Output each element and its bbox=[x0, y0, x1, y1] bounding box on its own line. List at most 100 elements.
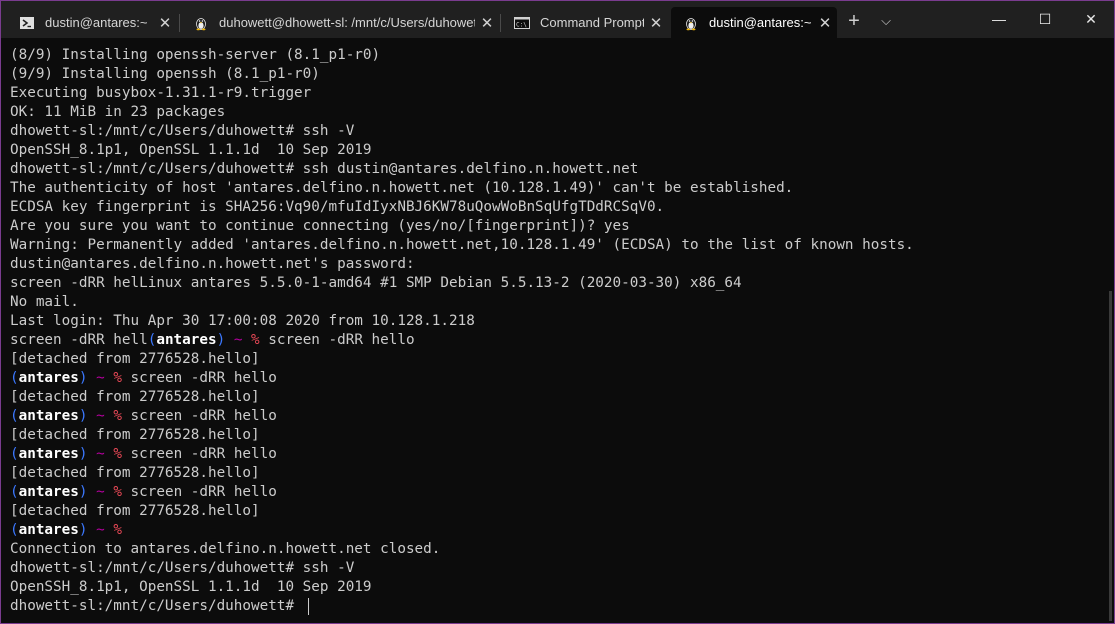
terminal-text: antares bbox=[156, 332, 217, 348]
terminal-text: % bbox=[113, 522, 122, 538]
terminal-text: ) bbox=[216, 332, 226, 348]
terminal-line: Warning: Permanently added 'antares.delf… bbox=[10, 236, 1114, 255]
terminal-text: ~ bbox=[96, 370, 105, 386]
terminal-line: (9/9) Installing openssh (8.1_p1-r0) bbox=[10, 65, 1114, 84]
terminal-text: OpenSSH_8.1p1, OpenSSL 1.1.1d 10 Sep 201… bbox=[10, 579, 372, 595]
maximize-button[interactable]: ☐ bbox=[1022, 1, 1068, 38]
terminal-line: dhowett-sl:/mnt/c/Users/duhowett# bbox=[10, 597, 1114, 616]
tab-powershell[interactable]: dustin@antares:~ ✕ bbox=[7, 7, 177, 38]
title-bar[interactable]: dustin@antares:~ ✕ duhowett@dhowett-sl: … bbox=[1, 1, 1114, 38]
terminal-line: (antares) ~ % screen -dRR hello bbox=[10, 445, 1114, 464]
tab-separator bbox=[500, 14, 501, 32]
terminal-line: [detached from 2776528.hello] bbox=[10, 388, 1114, 407]
terminal-text: screen -dRR hello bbox=[121, 484, 277, 500]
terminal-text: ~ bbox=[96, 522, 105, 538]
terminal-text: screen -dRR hello bbox=[121, 408, 277, 424]
terminal-text: screen -dRR helLinux antares 5.5.0-1-amd… bbox=[10, 275, 742, 291]
terminal-text: ECDSA key fingerprint is SHA256:Vq90/mfu… bbox=[10, 199, 665, 215]
terminal-text: OK: 11 MiB in 23 packages bbox=[10, 104, 226, 120]
terminal-line: [detached from 2776528.hello] bbox=[10, 350, 1114, 369]
terminal-text: antares bbox=[18, 370, 79, 386]
tab-command-prompt[interactable]: C:\ Command Prompt ✕ bbox=[502, 7, 668, 38]
tab-separator bbox=[179, 14, 180, 32]
terminal-line: (antares) ~ % screen -dRR hello bbox=[10, 483, 1114, 502]
terminal-text: antares bbox=[18, 484, 79, 500]
terminal-text: dhowett-sl:/mnt/c/Users/duhowett# ssh du… bbox=[10, 161, 639, 177]
tab-antares-active[interactable]: dustin@antares:~ ✕ bbox=[671, 7, 837, 38]
terminal-line: screen -dRR hell(antares) ~ % screen -dR… bbox=[10, 331, 1114, 350]
tab-title: dustin@antares:~ bbox=[45, 15, 148, 30]
terminal-text: Last login: Thu Apr 30 17:00:08 2020 fro… bbox=[10, 313, 475, 329]
terminal-line: (antares) ~ % screen -dRR hello bbox=[10, 369, 1114, 388]
terminal-text: The authenticity of host 'antares.delfin… bbox=[10, 180, 794, 196]
terminal-text: antares bbox=[18, 522, 79, 538]
terminal-text: [detached from 2776528.hello] bbox=[10, 503, 260, 519]
terminal-line: dhowett-sl:/mnt/c/Users/duhowett# ssh du… bbox=[10, 160, 1114, 179]
terminal-line: [detached from 2776528.hello] bbox=[10, 464, 1114, 483]
terminal-line: (antares) ~ % bbox=[10, 521, 1114, 540]
terminal-line: dustin@antares.delfino.n.howett.net's pa… bbox=[10, 255, 1114, 274]
terminal-line: dhowett-sl:/mnt/c/Users/duhowett# ssh -V bbox=[10, 122, 1114, 141]
tab-title: duhowett@dhowett-sl: /mnt/c/Users/duhowe… bbox=[219, 15, 475, 30]
tab-close-icon[interactable]: ✕ bbox=[153, 14, 177, 32]
terminal-line: (8/9) Installing openssh-server (8.1_p1-… bbox=[10, 46, 1114, 65]
terminal-text: ( bbox=[10, 522, 19, 538]
terminal-text: screen -dRR hello bbox=[121, 370, 277, 386]
terminal-text: No mail. bbox=[10, 294, 79, 310]
terminal-text: antares bbox=[18, 408, 79, 424]
terminal-text: Connection to antares.delfino.n.howett.n… bbox=[10, 541, 441, 557]
powershell-icon bbox=[19, 15, 35, 31]
terminal-text: dustin@antares.delfino.n.howett.net's pa… bbox=[10, 256, 415, 272]
tab-close-icon[interactable]: ✕ bbox=[644, 14, 668, 32]
terminal-text: ( bbox=[10, 408, 19, 424]
linux-tux-icon bbox=[193, 15, 209, 31]
terminal-text: [detached from 2776528.hello] bbox=[10, 389, 260, 405]
terminal-output[interactable]: (8/9) Installing openssh-server (8.1_p1-… bbox=[10, 46, 1114, 623]
scrollbar[interactable] bbox=[1109, 291, 1112, 621]
tab-close-icon[interactable]: ✕ bbox=[475, 14, 499, 32]
terminal-text: % bbox=[113, 370, 122, 386]
terminal-text: dhowett-sl:/mnt/c/Users/duhowett# bbox=[10, 598, 303, 614]
terminal-window: dustin@antares:~ ✕ duhowett@dhowett-sl: … bbox=[0, 0, 1115, 624]
terminal-line: OpenSSH_8.1p1, OpenSSL 1.1.1d 10 Sep 201… bbox=[10, 141, 1114, 160]
new-tab-button[interactable]: + bbox=[841, 7, 867, 35]
terminal-text: antares bbox=[18, 446, 79, 462]
terminal-text: OpenSSH_8.1p1, OpenSSL 1.1.1d 10 Sep 201… bbox=[10, 142, 372, 158]
tab-title: Command Prompt bbox=[540, 15, 644, 30]
tab-wsl-dhowett[interactable]: duhowett@dhowett-sl: /mnt/c/Users/duhowe… bbox=[181, 7, 499, 38]
terminal-line: (antares) ~ % screen -dRR hello bbox=[10, 407, 1114, 426]
tab-dropdown-button[interactable]: ⌵ bbox=[873, 7, 899, 35]
terminal-line: Connection to antares.delfino.n.howett.n… bbox=[10, 540, 1114, 559]
terminal-text: screen -dRR hell bbox=[10, 332, 148, 348]
tab-title: dustin@antares:~ bbox=[709, 15, 812, 30]
terminal-line: The authenticity of host 'antares.delfin… bbox=[10, 179, 1114, 198]
terminal-text: % bbox=[113, 408, 122, 424]
close-window-button[interactable]: ✕ bbox=[1068, 1, 1114, 38]
terminal-text: % bbox=[113, 446, 122, 462]
terminal-text: ~ bbox=[96, 408, 105, 424]
terminal-text: (9/9) Installing openssh (8.1_p1-r0) bbox=[10, 66, 320, 82]
svg-text:C:\: C:\ bbox=[516, 21, 527, 28]
terminal-line: Last login: Thu Apr 30 17:00:08 2020 fro… bbox=[10, 312, 1114, 331]
terminal-text: ( bbox=[10, 446, 19, 462]
terminal-text: Executing busybox-1.31.1-r9.trigger bbox=[10, 85, 312, 101]
terminal-text: Warning: Permanently added 'antares.delf… bbox=[10, 237, 914, 253]
minimize-button[interactable]: — bbox=[976, 1, 1022, 38]
terminal-line: dhowett-sl:/mnt/c/Users/duhowett# ssh -V bbox=[10, 559, 1114, 578]
tab-close-icon[interactable]: ✕ bbox=[813, 14, 837, 32]
terminal-text: [detached from 2776528.hello] bbox=[10, 351, 260, 367]
terminal-line: [detached from 2776528.hello] bbox=[10, 426, 1114, 445]
terminal-text: ( bbox=[10, 484, 19, 500]
linux-tux-icon bbox=[683, 15, 699, 31]
terminal-text: (8/9) Installing openssh-server (8.1_p1-… bbox=[10, 47, 381, 63]
terminal-text: screen -dRR hello bbox=[259, 332, 415, 348]
terminal-text: ~ bbox=[96, 484, 105, 500]
terminal-line: ECDSA key fingerprint is SHA256:Vq90/mfu… bbox=[10, 198, 1114, 217]
terminal-text: % bbox=[113, 484, 122, 500]
